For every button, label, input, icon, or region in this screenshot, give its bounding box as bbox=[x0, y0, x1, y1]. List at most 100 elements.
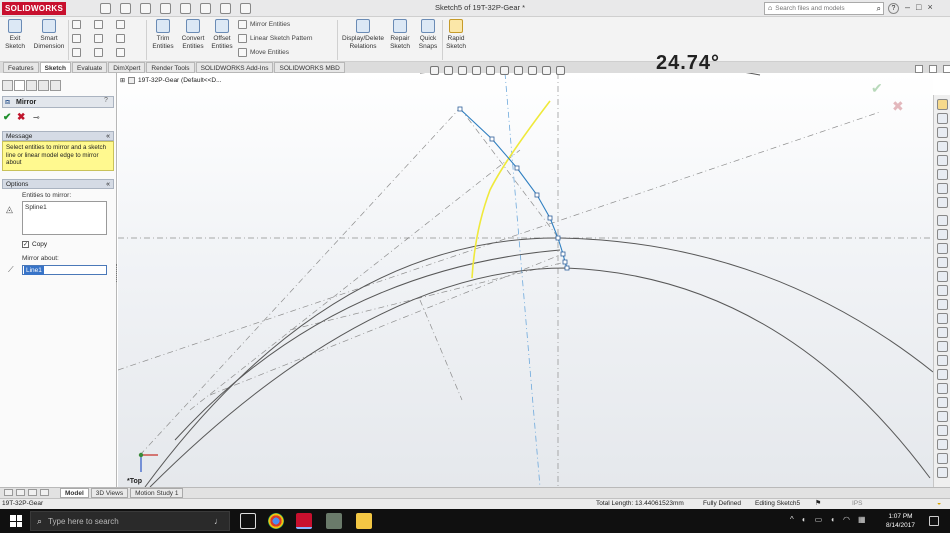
view-palette-icon[interactable] bbox=[937, 155, 948, 166]
tray-up-icon[interactable]: ^ bbox=[790, 515, 794, 524]
confirmation-ok-icon[interactable]: ✔ bbox=[871, 80, 883, 97]
angle-dimension[interactable]: 24.74° bbox=[656, 52, 720, 75]
spline-point[interactable] bbox=[555, 235, 561, 241]
spline-point[interactable] bbox=[489, 136, 495, 142]
spline-point[interactable] bbox=[560, 251, 566, 257]
next-tab-icon[interactable] bbox=[28, 489, 37, 496]
spline-point[interactable] bbox=[564, 265, 570, 271]
sketch-tool-icon[interactable] bbox=[937, 425, 948, 436]
tab-3d-views[interactable]: 3D Views bbox=[90, 488, 129, 498]
ok-check-icon[interactable]: ✔ bbox=[3, 112, 11, 123]
resources-icon[interactable] bbox=[937, 113, 948, 124]
custom-properties-icon[interactable] bbox=[937, 183, 948, 194]
search-icon[interactable]: ⌕ bbox=[877, 4, 881, 14]
sketch-tool-icon[interactable] bbox=[937, 285, 948, 296]
windows-start-icon[interactable] bbox=[10, 515, 22, 527]
spline-point[interactable] bbox=[457, 106, 463, 112]
construction-line[interactable] bbox=[419, 299, 463, 401]
close-icon[interactable]: × bbox=[927, 2, 932, 12]
select-icon[interactable] bbox=[200, 3, 211, 14]
smart-dimension-button[interactable]: Smart Dimension bbox=[32, 19, 66, 51]
home-icon[interactable] bbox=[937, 99, 948, 110]
spline-point[interactable] bbox=[534, 192, 540, 198]
options-header[interactable]: Options « bbox=[2, 179, 114, 189]
mirror-entities-button[interactable]: Mirror Entities bbox=[238, 20, 290, 29]
polygon-tool[interactable] bbox=[94, 48, 103, 57]
line-tool[interactable] bbox=[72, 20, 81, 29]
copy-checkbox[interactable]: ✓ Copy bbox=[22, 241, 47, 248]
solidworks-logo[interactable]: SOLIDWORKS bbox=[2, 2, 67, 15]
message-header[interactable]: Message « bbox=[2, 131, 114, 141]
action-center-icon[interactable] bbox=[929, 516, 939, 526]
microphone-icon[interactable]: ♩ bbox=[214, 516, 223, 526]
addendum-circle[interactable] bbox=[144, 237, 933, 487]
first-tab-icon[interactable] bbox=[4, 489, 13, 496]
previous-view-icon[interactable] bbox=[458, 66, 467, 75]
tray-app-icon[interactable]: ◐ bbox=[802, 515, 807, 524]
search-input[interactable]: ⌂ Search files and models ⌕ bbox=[764, 2, 884, 15]
notification-icon[interactable]: ◒ bbox=[937, 499, 941, 509]
photos-icon[interactable] bbox=[326, 513, 342, 529]
sketch-tool-icon[interactable] bbox=[937, 369, 948, 380]
sketch-tool-icon[interactable] bbox=[937, 313, 948, 324]
new-document-icon[interactable] bbox=[100, 3, 111, 14]
last-tab-icon[interactable] bbox=[40, 489, 49, 496]
sketch-tool-icon[interactable] bbox=[937, 271, 948, 282]
spline-point[interactable] bbox=[547, 215, 553, 221]
sketch-tool-icon[interactable] bbox=[937, 383, 948, 394]
circle-tool[interactable] bbox=[94, 20, 103, 29]
file-explorer-icon[interactable] bbox=[356, 513, 372, 529]
design-library-icon[interactable] bbox=[937, 127, 948, 138]
display-delete-relations-button[interactable]: Display/Delete Relations bbox=[341, 19, 385, 51]
tab-model[interactable]: Model bbox=[60, 488, 89, 498]
undo-icon[interactable] bbox=[180, 3, 191, 14]
solidworks-app-icon[interactable] bbox=[296, 513, 312, 529]
tab-sketch[interactable]: Sketch bbox=[39, 62, 71, 73]
tab-solidworks-add-ins[interactable]: SOLIDWORKS Add-Ins bbox=[195, 62, 274, 73]
save-icon[interactable] bbox=[140, 3, 151, 14]
sketch-tool-icon[interactable] bbox=[937, 229, 948, 240]
open-icon[interactable] bbox=[120, 3, 131, 14]
repair-sketch-button[interactable]: Repair Sketch bbox=[388, 19, 412, 51]
zoom-area-icon[interactable] bbox=[444, 66, 453, 75]
rapid-sketch-button[interactable]: Rapid Sketch bbox=[444, 19, 468, 51]
viewport-close-icon[interactable] bbox=[943, 65, 950, 73]
trim-entities-button[interactable]: Trim Entities bbox=[150, 19, 176, 51]
minimize-icon[interactable]: – bbox=[905, 2, 910, 12]
task-view-icon[interactable] bbox=[240, 513, 256, 529]
view-orientation-icon[interactable] bbox=[486, 66, 495, 75]
selected-spline[interactable] bbox=[471, 100, 551, 279]
view-settings-icon[interactable] bbox=[556, 66, 565, 75]
sketch-tool-icon[interactable] bbox=[937, 257, 948, 268]
feature-tree-tab-icon[interactable] bbox=[2, 80, 13, 91]
dimxpert-tab-icon[interactable] bbox=[38, 80, 49, 91]
text-tool[interactable] bbox=[116, 48, 125, 57]
sketch-tool-icon[interactable] bbox=[937, 327, 948, 338]
configuration-tab-icon[interactable] bbox=[26, 80, 37, 91]
edit-appearance-icon[interactable] bbox=[528, 66, 537, 75]
unit-system[interactable]: IPS bbox=[852, 499, 862, 509]
base-circle[interactable] bbox=[149, 267, 931, 487]
viewport-minimize-icon[interactable] bbox=[929, 65, 937, 73]
spline-tool[interactable] bbox=[116, 20, 125, 29]
apply-scene-icon[interactable] bbox=[542, 66, 551, 75]
linear-sketch-pattern-button[interactable]: Linear Sketch Pattern bbox=[238, 34, 313, 43]
options-icon[interactable] bbox=[240, 3, 251, 14]
rebuild-icon[interactable]: ⚑ bbox=[815, 499, 821, 509]
file-explorer-icon[interactable] bbox=[937, 141, 948, 152]
mirror-about-selection[interactable]: Line1 bbox=[24, 266, 44, 275]
print-icon[interactable] bbox=[160, 3, 171, 14]
section-view-icon[interactable] bbox=[472, 66, 481, 75]
wifi-icon[interactable]: ◠ bbox=[843, 515, 850, 524]
offset-entities-button[interactable]: Offset Entities bbox=[209, 19, 235, 51]
tab-solidworks-mbd[interactable]: SOLIDWORKS MBD bbox=[274, 62, 345, 73]
exit-sketch-button[interactable]: Exit Sketch bbox=[3, 19, 27, 51]
tab-motion-study[interactable]: Motion Study 1 bbox=[130, 488, 184, 498]
sketch-geometry[interactable] bbox=[118, 73, 933, 487]
zoom-to-fit-icon[interactable] bbox=[430, 66, 439, 75]
mirror-line[interactable] bbox=[504, 73, 541, 487]
collapse-chevron-icon[interactable]: « bbox=[106, 132, 110, 141]
entities-to-mirror-listbox[interactable]: Spline1 bbox=[22, 201, 107, 235]
keyboard-icon[interactable]: ▦ bbox=[858, 515, 866, 524]
tab-render-tools[interactable]: Render Tools bbox=[146, 62, 195, 73]
